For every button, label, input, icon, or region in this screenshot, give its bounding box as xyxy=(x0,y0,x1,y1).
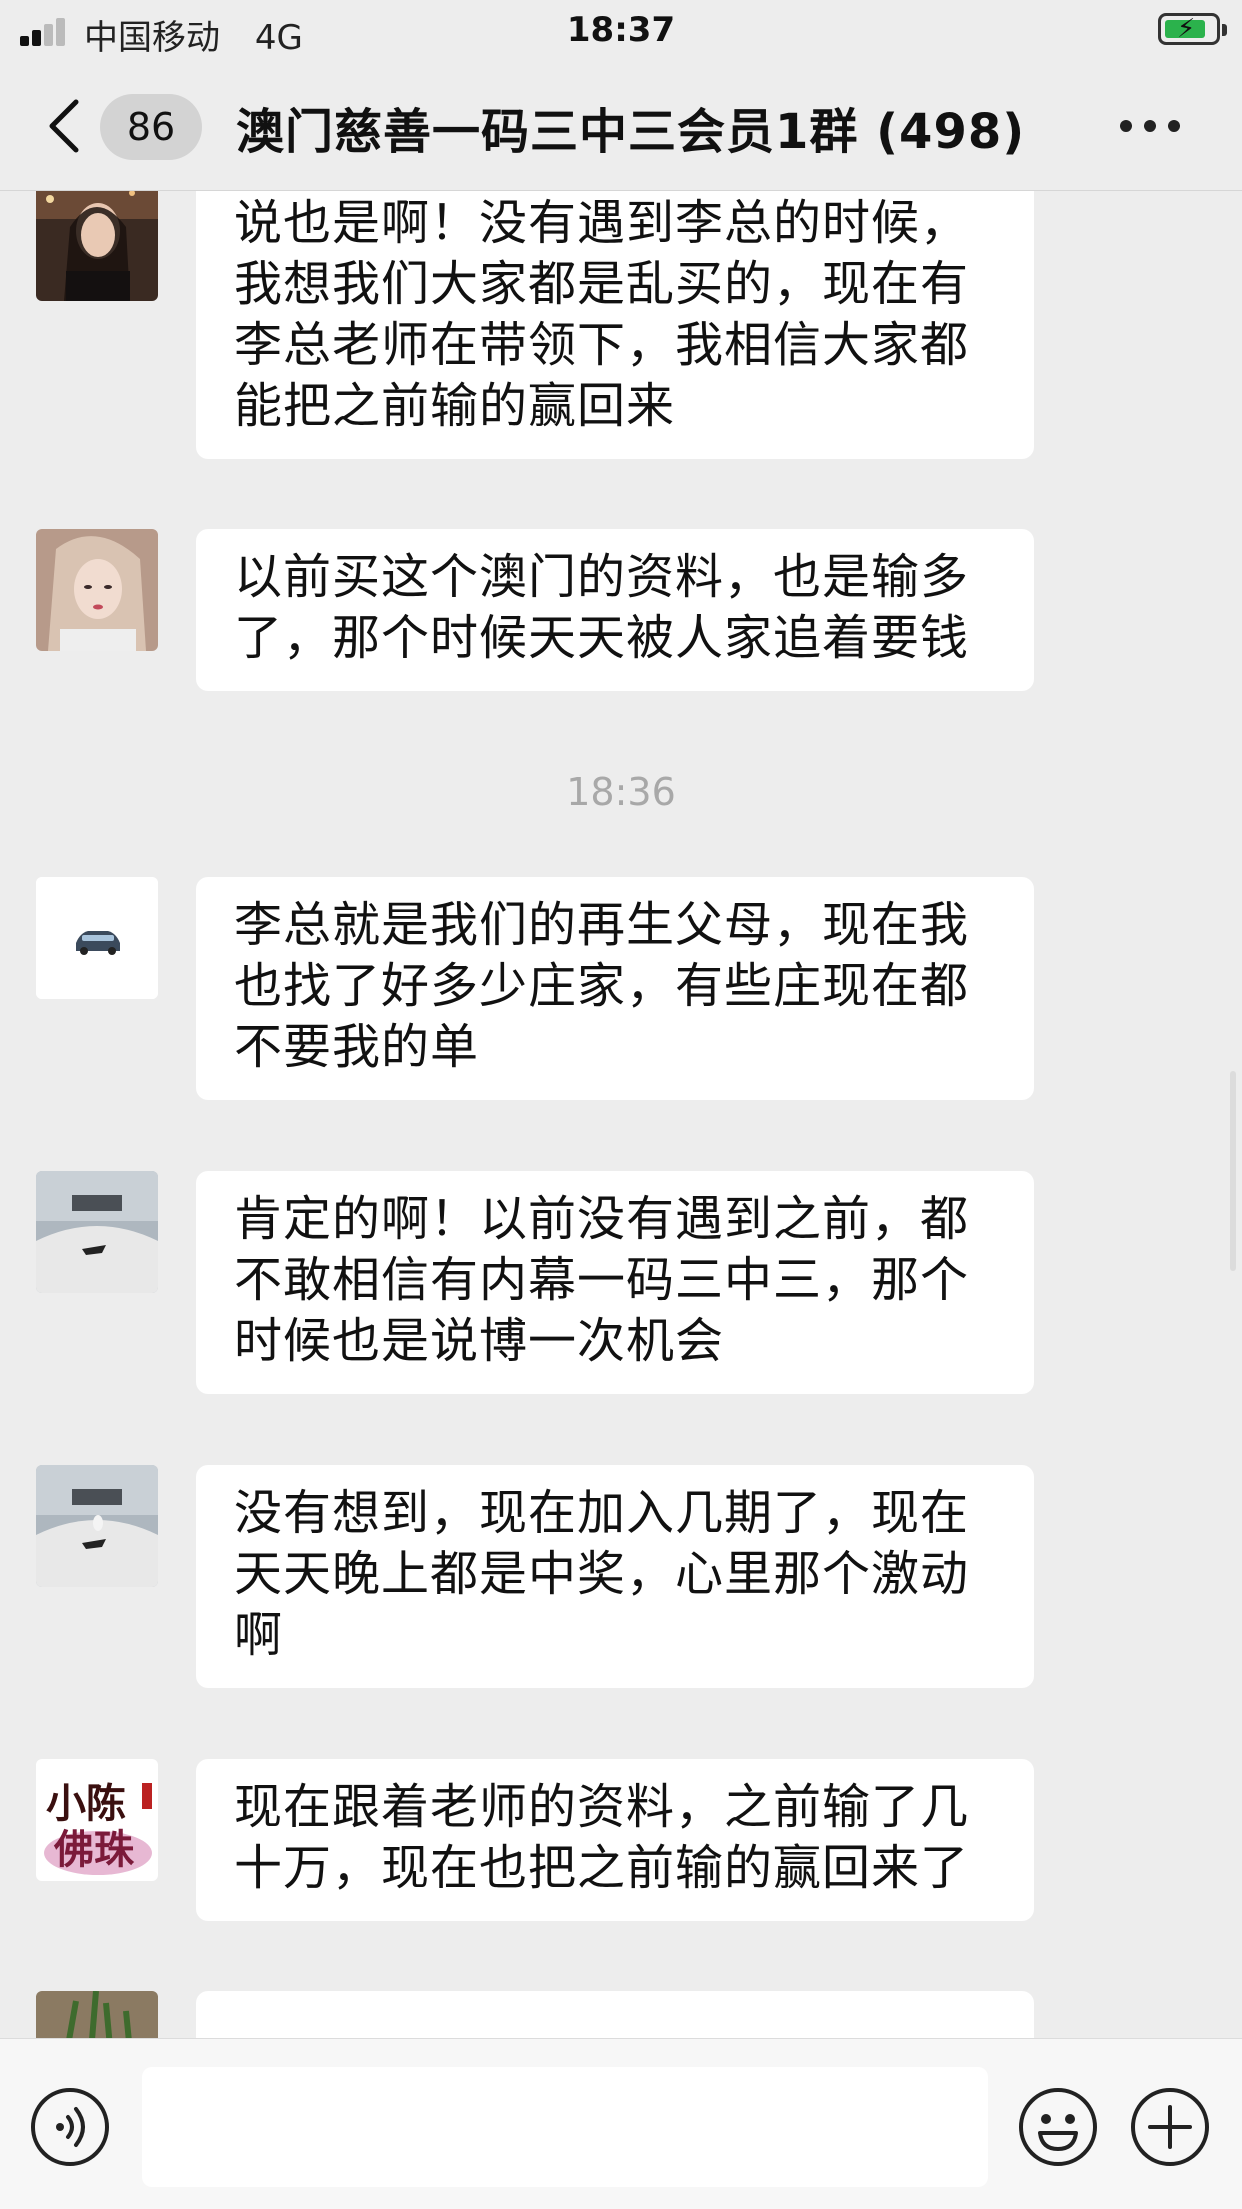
chat-title: 澳门慈善一码三中三会员1群 (498) xyxy=(236,104,1026,160)
emoji-icon[interactable] xyxy=(1018,2087,1098,2167)
chat-header: 86 澳门慈善一码三中三会员1群 (498) xyxy=(0,64,1242,191)
status-time: 18:37 xyxy=(566,10,676,50)
message-list[interactable]: 说也是啊！没有遇到李总的时候，我想我们大家都是乱买的，现在有李总老师在带领下，我… xyxy=(0,191,1242,2038)
unread-count-badge[interactable]: 86 xyxy=(100,94,202,160)
avatar-woman-dark[interactable] xyxy=(36,191,158,301)
input-bar xyxy=(0,2038,1242,2209)
scrollbar[interactable] xyxy=(1230,1071,1236,1271)
avatar-calligraphy-text-1: 小陈 xyxy=(46,1780,126,1827)
avatar-calligraphy[interactable]: 小陈 佛珠 xyxy=(36,1759,158,1881)
message-bubble[interactable]: 现在跟着老师的资料，之前输了几十万，现在也把之前输的赢回来了 xyxy=(196,1759,1034,1921)
avatar-yacht[interactable] xyxy=(36,1171,158,1293)
message-input[interactable] xyxy=(142,2067,988,2187)
message-bubble[interactable]: 没有想到，现在加入几期了，现在天天晚上都是中奖，心里那个激动啊 xyxy=(196,1465,1034,1688)
message-bubble[interactable]: 说也是啊！没有遇到李总的时候，我想我们大家都是乱买的，现在有李总老师在带领下，我… xyxy=(196,191,1034,459)
message-bubble[interactable]: 以前买这个澳门的资料，也是输多了，那个时候天天被人家追着要钱 xyxy=(196,529,1034,691)
message-bubble[interactable] xyxy=(196,1991,1034,2038)
avatar-woman-blonde[interactable] xyxy=(36,529,158,651)
battery-icon: ⚡ xyxy=(1158,13,1227,45)
message-bubble[interactable]: 肯定的啊！以前没有遇到之前，都不敢相信有内幕一码三中三，那个时候也是说博一次机会 xyxy=(196,1171,1034,1394)
voice-icon[interactable] xyxy=(30,2087,110,2167)
plus-icon[interactable] xyxy=(1130,2087,1210,2167)
avatar-car[interactable] xyxy=(36,877,158,999)
avatar-calligraphy-text-2: 佛珠 xyxy=(53,1826,135,1873)
time-separator: 18:36 xyxy=(566,770,676,814)
avatar-yacht[interactable] xyxy=(36,1465,158,1587)
avatar-plant[interactable] xyxy=(36,1991,158,2038)
chevron-left-icon[interactable] xyxy=(42,96,86,156)
more-dots-icon[interactable] xyxy=(1120,120,1180,134)
status-bar: 中国移动 4G 18:37 ⚡ xyxy=(0,0,1242,64)
message-bubble[interactable]: 李总就是我们的再生父母，现在我也找了好多少庄家，有些庄现在都不要我的单 xyxy=(196,877,1034,1100)
